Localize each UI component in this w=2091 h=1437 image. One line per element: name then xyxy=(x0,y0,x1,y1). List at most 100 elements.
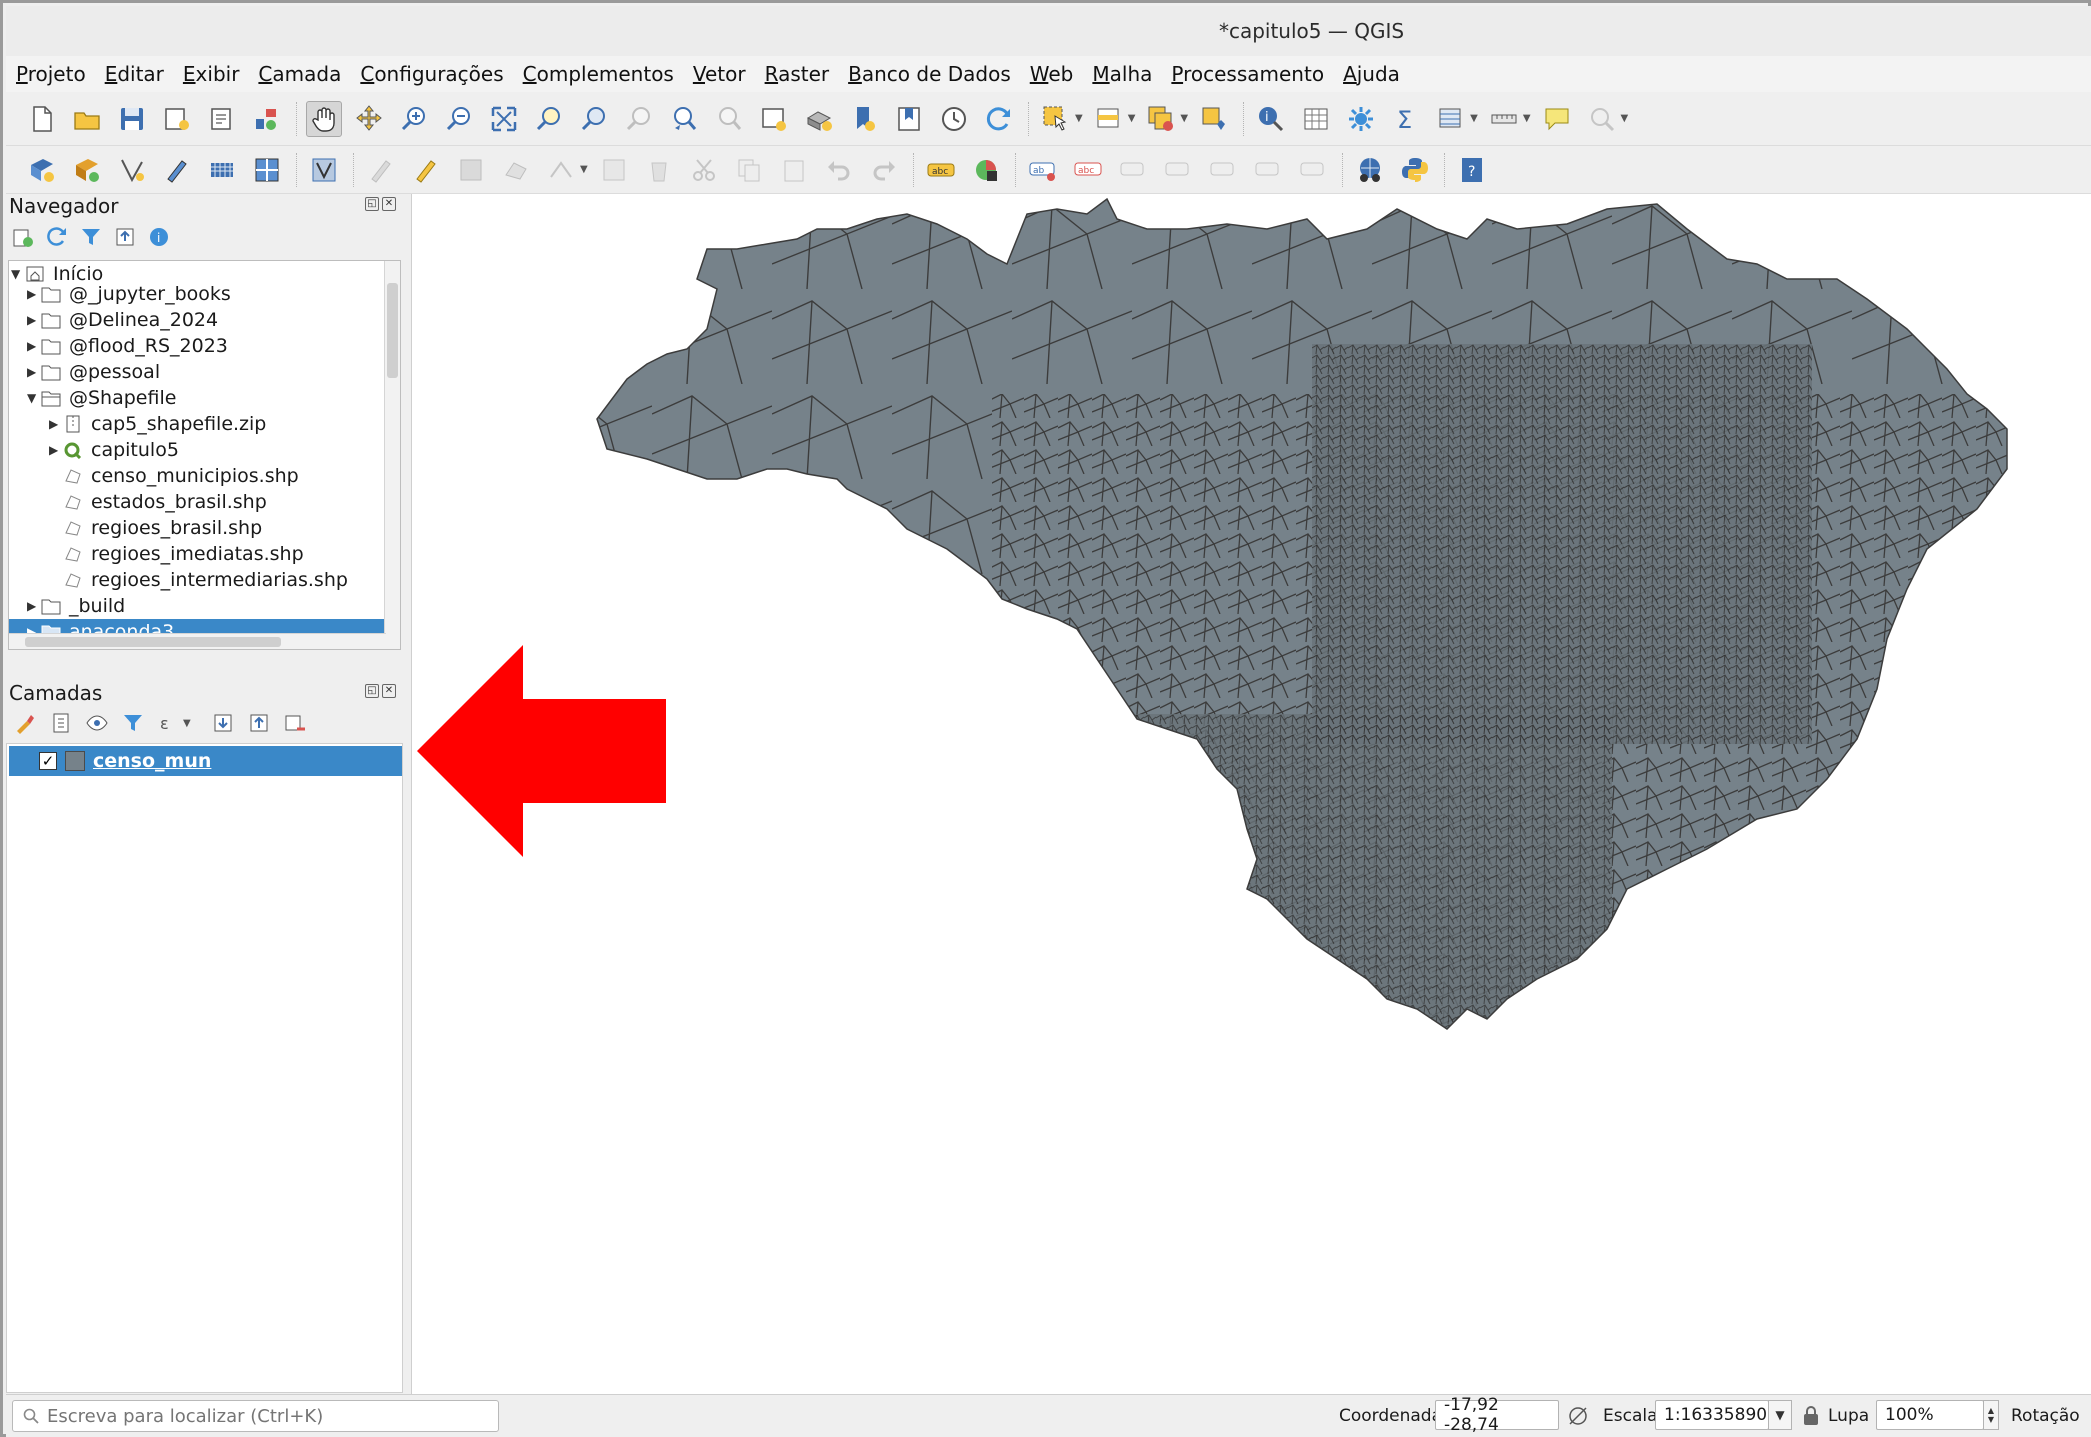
data-source-manager-icon[interactable] xyxy=(24,152,60,188)
modify-attributes-icon[interactable] xyxy=(596,152,632,188)
tree-item-censo-municipios[interactable]: censo_municipios.shp xyxy=(63,463,299,489)
menu-ajuda[interactable]: Ajuda xyxy=(1343,62,1400,86)
tree-item-capitulo5[interactable]: ▶ capitulo5 xyxy=(49,437,179,463)
menu-exibir[interactable]: Exibir xyxy=(183,62,240,86)
current-edits-icon[interactable] xyxy=(363,152,399,188)
locator-search[interactable] xyxy=(12,1400,499,1432)
zoom-native-icon[interactable] xyxy=(621,101,657,137)
new-3d-view-icon[interactable] xyxy=(801,101,837,137)
menu-processamento[interactable]: Processamento xyxy=(1171,62,1324,86)
show-bookmarks-icon[interactable] xyxy=(891,101,927,137)
chevron-down-icon[interactable]: ▼ xyxy=(1180,113,1188,124)
chevron-right-icon[interactable]: ▶ xyxy=(27,599,41,613)
measure-line-icon[interactable] xyxy=(1486,101,1522,137)
tree-item-pessoal[interactable]: ▶ @pessoal xyxy=(27,359,160,385)
refresh-icon[interactable] xyxy=(45,225,69,249)
layer-symbol[interactable] xyxy=(65,751,85,771)
new-map-view-icon[interactable] xyxy=(756,101,792,137)
collapse-all-icon[interactable] xyxy=(247,711,271,735)
grid-layer-icon[interactable] xyxy=(249,152,285,188)
paste-features-icon[interactable] xyxy=(776,152,812,188)
pan-to-selection-icon[interactable] xyxy=(351,101,387,137)
menu-vetor[interactable]: Vetor xyxy=(693,62,746,86)
layout-manager-icon[interactable] xyxy=(204,101,240,137)
zoom-out-icon[interactable] xyxy=(441,101,477,137)
pan-map-icon[interactable] xyxy=(306,100,342,137)
lock-scale-icon[interactable] xyxy=(1802,1405,1820,1427)
save-edits-icon[interactable] xyxy=(453,152,489,188)
scale-field[interactable]: 1:16335890 xyxy=(1655,1400,1769,1430)
add-group-icon[interactable] xyxy=(49,711,73,735)
menu-banco-de-dados[interactable]: Banco de Dados xyxy=(848,62,1011,86)
chevron-down-icon[interactable]: ▼ xyxy=(1128,113,1136,124)
remove-layer-icon[interactable] xyxy=(283,711,307,735)
rotate-label-icon[interactable] xyxy=(1205,152,1241,188)
spin-up-icon[interactable]: ▲ xyxy=(1988,1406,1994,1415)
new-print-layout-icon[interactable] xyxy=(159,101,195,137)
temporal-controller-icon[interactable] xyxy=(936,101,972,137)
new-shapefile-layer-icon[interactable] xyxy=(114,152,150,188)
label-tool-icon[interactable]: abc xyxy=(923,152,959,188)
copy-features-icon[interactable] xyxy=(731,152,767,188)
add-vector-layer-icon[interactable] xyxy=(69,152,105,188)
chevron-right-icon[interactable]: ▶ xyxy=(27,287,41,301)
float-panel-icon[interactable]: ◱ xyxy=(365,197,379,211)
python-console-icon[interactable] xyxy=(1397,152,1433,188)
chevron-down-icon[interactable]: ▼ xyxy=(1470,113,1478,124)
new-project-icon[interactable] xyxy=(24,101,60,137)
map-tips-icon[interactable] xyxy=(1539,101,1575,137)
save-project-icon[interactable] xyxy=(114,101,150,137)
attribute-table-icon[interactable] xyxy=(1298,101,1334,137)
tree-item-estados-brasil[interactable]: estados_brasil.shp xyxy=(63,489,267,515)
tree-item-flood[interactable]: ▶ @flood_RS_2023 xyxy=(27,333,228,359)
raster-layer-icon[interactable] xyxy=(204,152,240,188)
open-project-icon[interactable] xyxy=(69,101,105,137)
zoom-to-layer-icon[interactable] xyxy=(576,101,612,137)
digitize-icon[interactable] xyxy=(159,152,195,188)
menu-configuracoes[interactable]: Configurações xyxy=(360,62,503,86)
filter-legend-icon[interactable] xyxy=(121,711,145,735)
collapse-all-icon[interactable] xyxy=(113,225,137,249)
zoom-next-icon[interactable] xyxy=(711,101,747,137)
expand-all-icon[interactable] xyxy=(211,711,235,735)
vertex-tool-icon[interactable] xyxy=(543,152,579,188)
style-manager-icon[interactable] xyxy=(249,101,285,137)
move-label-icon[interactable] xyxy=(1160,152,1196,188)
chevron-down-icon[interactable]: ▼ xyxy=(1523,113,1531,124)
chevron-right-icon[interactable]: ▶ xyxy=(49,417,63,431)
toolbox-icon[interactable] xyxy=(1343,101,1379,137)
diagram-tool-icon[interactable] xyxy=(968,152,1004,188)
cut-features-icon[interactable] xyxy=(686,152,722,188)
properties-info-icon[interactable]: i xyxy=(147,225,171,249)
label-properties-icon[interactable] xyxy=(1295,152,1331,188)
plugin-globe-icon[interactable] xyxy=(1352,152,1388,188)
layer-item-censo-mun[interactable]: ✓ censo_mun xyxy=(9,746,402,776)
menu-raster[interactable]: Raster xyxy=(765,62,830,86)
redo-icon[interactable] xyxy=(866,152,902,188)
locator-input[interactable] xyxy=(47,1405,487,1427)
close-panel-icon[interactable]: ✕ xyxy=(382,197,396,211)
zoom-in-icon[interactable] xyxy=(396,101,432,137)
tree-item-regioes-imediatas[interactable]: regioes_imediatas.shp xyxy=(63,541,304,567)
chevron-down-icon[interactable]: ▼ xyxy=(580,164,588,175)
tree-item-shapefile[interactable]: ▼ @Shapefile xyxy=(27,385,176,411)
filter-expression-icon[interactable]: ε xyxy=(157,711,181,735)
style-panel-icon[interactable] xyxy=(13,711,37,735)
chevron-right-icon[interactable]: ▶ xyxy=(49,443,63,457)
chevron-down-icon[interactable]: ▼ xyxy=(183,718,191,729)
tree-item-regioes-intermediarias[interactable]: regioes_intermediarias.shp xyxy=(63,567,348,593)
help-icon[interactable]: ? xyxy=(1454,152,1490,188)
add-selected-layers-icon[interactable] xyxy=(11,225,35,249)
menu-complementos[interactable]: Complementos xyxy=(523,62,674,86)
add-feature-icon[interactable] xyxy=(498,152,534,188)
zoom-to-selection-icon[interactable] xyxy=(531,101,567,137)
float-panel-icon[interactable]: ◱ xyxy=(365,684,379,698)
chevron-right-icon[interactable]: ▶ xyxy=(27,313,41,327)
magnifier-spinner[interactable]: ▲ ▼ xyxy=(1983,1400,1999,1430)
menu-editar[interactable]: Editar xyxy=(105,62,164,86)
tree-item-build[interactable]: ▶ _build xyxy=(27,593,125,619)
pin-labels-icon[interactable]: abc xyxy=(1070,152,1106,188)
locator-search-icon[interactable] xyxy=(1584,101,1620,137)
tree-item-jupyter-books[interactable]: ▶ @_jupyter_books xyxy=(27,281,231,307)
tree-item-delinea[interactable]: ▶ @Delinea_2024 xyxy=(27,307,218,333)
